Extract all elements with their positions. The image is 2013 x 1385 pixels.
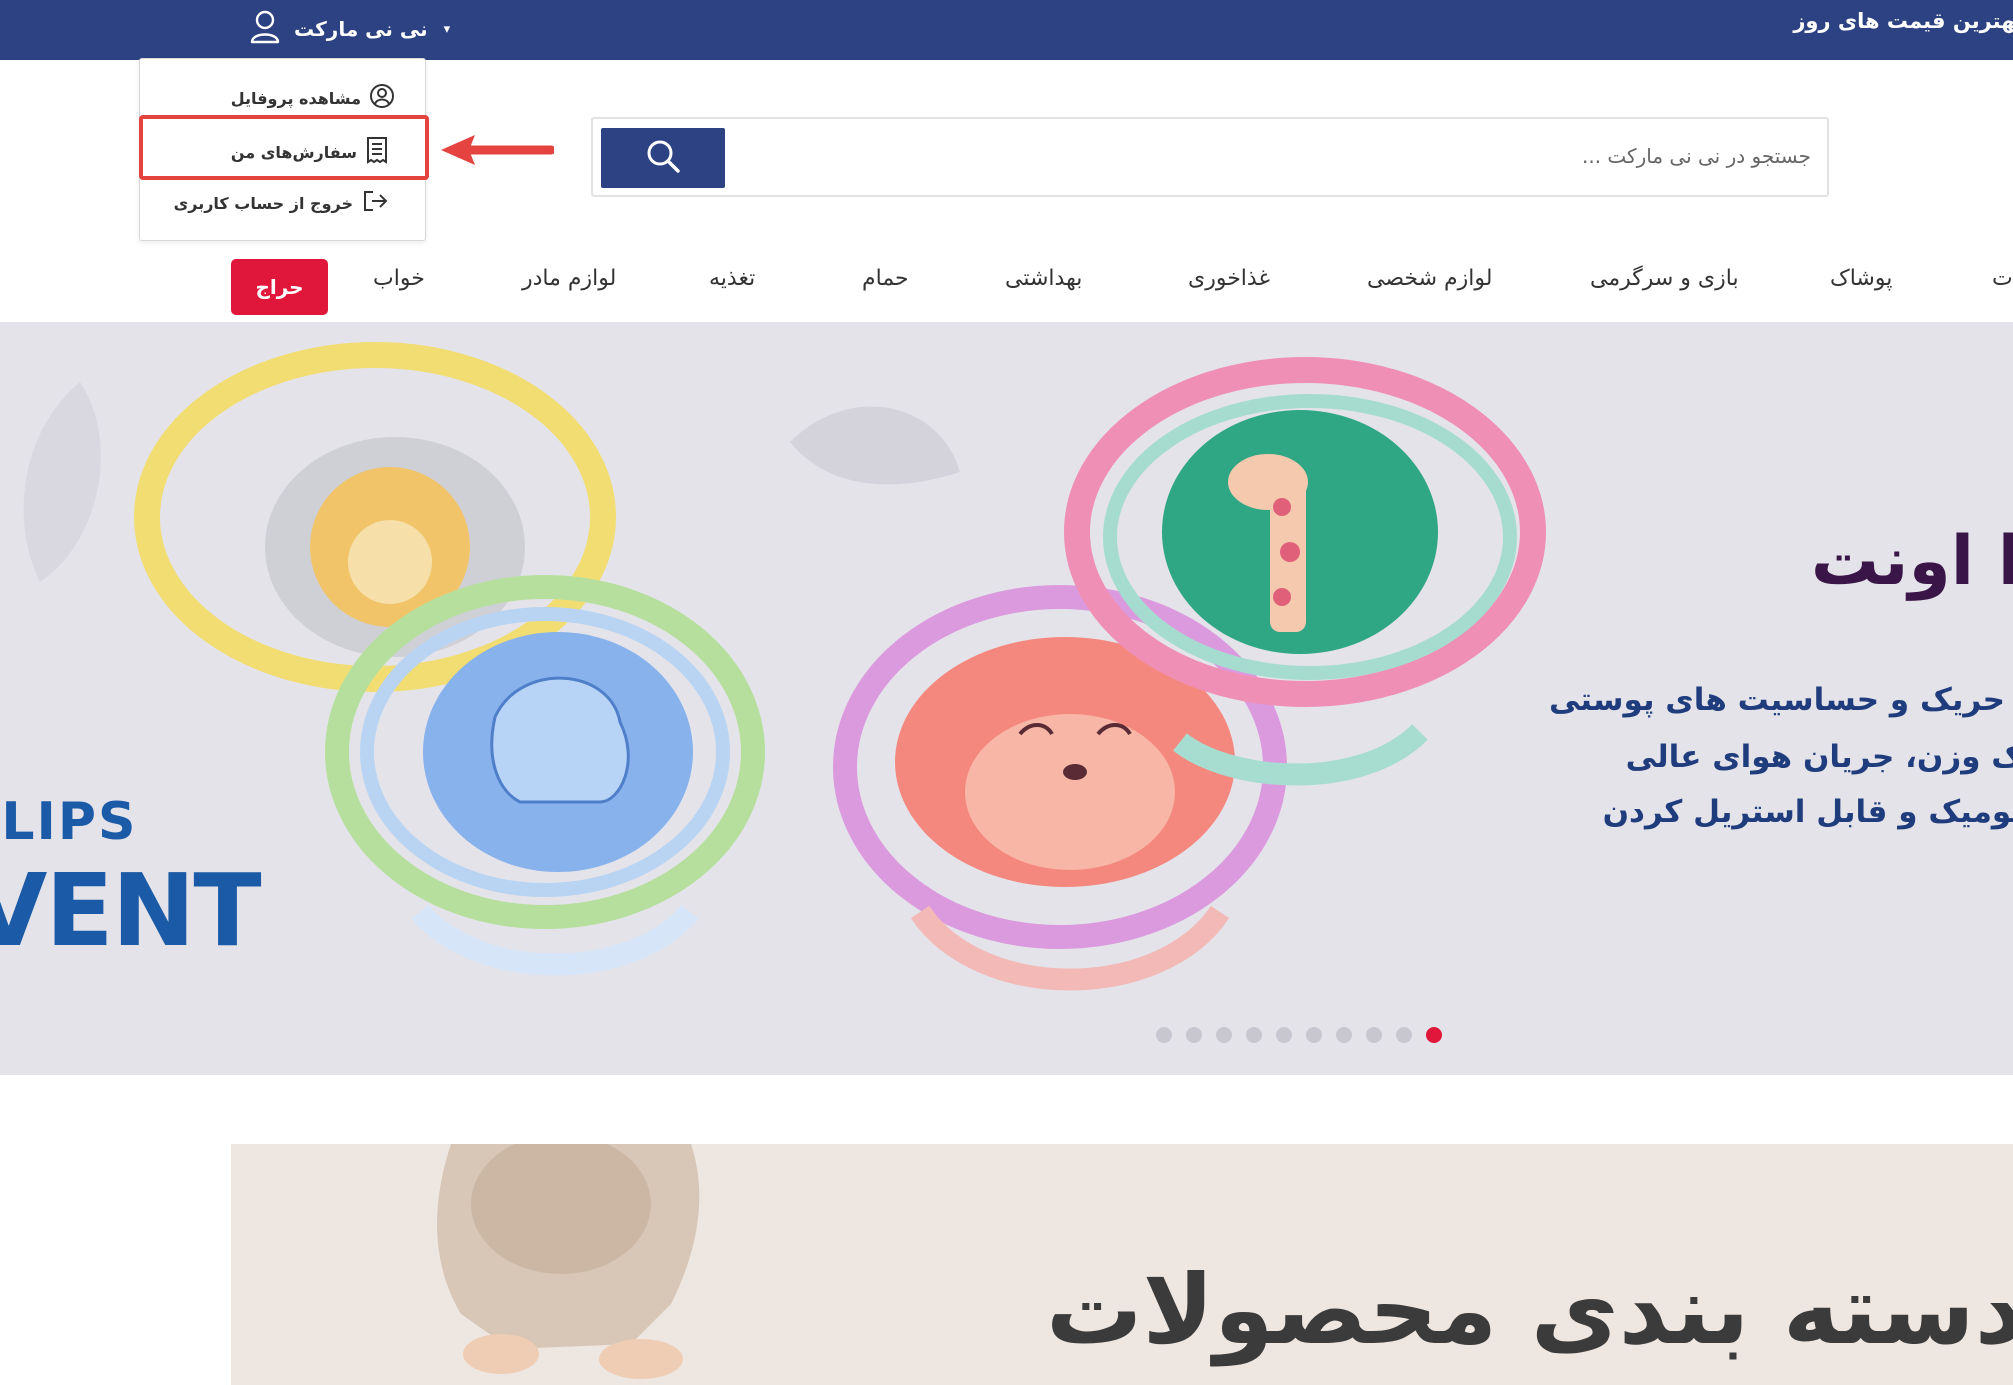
slider-dot[interactable] bbox=[1366, 1027, 1382, 1043]
baby-photo bbox=[437, 1144, 700, 1379]
menu-item-label: خروج از حساب کاربری bbox=[173, 193, 353, 213]
hero-title: ا اونت bbox=[1810, 522, 2013, 601]
slider-dot[interactable] bbox=[1396, 1027, 1412, 1043]
search-input[interactable] bbox=[911, 133, 1811, 179]
slider-pagination bbox=[1156, 1027, 1442, 1043]
slider-dot[interactable] bbox=[1246, 1027, 1262, 1043]
slider-dot[interactable] bbox=[1276, 1027, 1292, 1043]
nav-item-mother[interactable]: لوازم مادر bbox=[522, 266, 616, 291]
brand-logo-philips: ILIPS bbox=[0, 792, 138, 852]
highlight-box bbox=[139, 115, 429, 180]
nav-item-nutrition[interactable]: تغذیه bbox=[709, 266, 755, 291]
nav-item-bath[interactable]: حمام bbox=[862, 266, 909, 291]
nav-item-personal[interactable]: لوازم شخصی bbox=[1367, 266, 1492, 291]
nav-item-feeding-ware[interactable]: غذاخوری bbox=[1188, 266, 1270, 291]
arrow-left-icon bbox=[441, 135, 554, 165]
slider-dot[interactable] bbox=[1186, 1027, 1202, 1043]
user-circle-icon bbox=[369, 83, 395, 113]
menu-item-logout[interactable]: خروج از حساب کاربری bbox=[174, 189, 389, 217]
hero-feature-line: ک وزن، جریان هوای عالی bbox=[1625, 739, 2013, 775]
slider-dot[interactable] bbox=[1156, 1027, 1172, 1043]
hero-slider[interactable]: ILIPS VENT ا اونت حریک و حساسیت های پوست… bbox=[0, 322, 2013, 1075]
slider-dot[interactable] bbox=[1336, 1027, 1352, 1043]
main-nav: ت پوشاک بازی و سرگرمی لوازم شخصی غذاخوری… bbox=[0, 256, 2013, 326]
user-icon bbox=[250, 10, 280, 48]
sale-button[interactable]: حراج bbox=[231, 259, 328, 315]
nav-item-toys[interactable]: بازی و سرگرمی bbox=[1590, 266, 1739, 291]
slider-dot[interactable] bbox=[1426, 1027, 1442, 1043]
slider-dot[interactable] bbox=[1306, 1027, 1322, 1043]
logout-icon bbox=[361, 189, 389, 217]
brand-logo-avent: VENT bbox=[0, 852, 262, 969]
search-bar bbox=[591, 117, 1829, 197]
menu-item-view-profile[interactable]: مشاهده پروفایل bbox=[231, 83, 395, 113]
menu-item-label: مشاهده پروفایل bbox=[230, 88, 361, 108]
user-account-menu-trigger[interactable]: نی نی مارکت ▾ bbox=[250, 6, 450, 52]
nav-item-clothing[interactable]: پوشاک bbox=[1830, 266, 1892, 291]
hero-feature-line: حریک و حساسیت های پوستی bbox=[1548, 682, 2005, 718]
hero-feature-line: تومیک و قابل استریل کردن bbox=[1602, 794, 2013, 830]
search-icon bbox=[645, 138, 681, 178]
search-button[interactable] bbox=[601, 128, 725, 188]
slider-dot[interactable] bbox=[1216, 1027, 1232, 1043]
category-banner[interactable]: دسته بندی محصولات bbox=[231, 1144, 2013, 1385]
chevron-down-icon: ▾ bbox=[443, 21, 451, 37]
username-label: نی نی مارکت bbox=[294, 17, 428, 41]
nav-item-sleep[interactable]: خواب bbox=[373, 266, 425, 291]
top-bar: بهترین قیمت های روز نی نی مارکت ▾ bbox=[0, 0, 2013, 60]
category-banner-title: دسته بندی محصولات bbox=[1046, 1254, 2013, 1366]
nav-item-hygiene[interactable]: بهداشتی bbox=[1005, 266, 1082, 291]
promo-text: بهترین قیمت های روز bbox=[1793, 9, 2013, 33]
nav-item[interactable]: ت bbox=[1992, 266, 2013, 291]
